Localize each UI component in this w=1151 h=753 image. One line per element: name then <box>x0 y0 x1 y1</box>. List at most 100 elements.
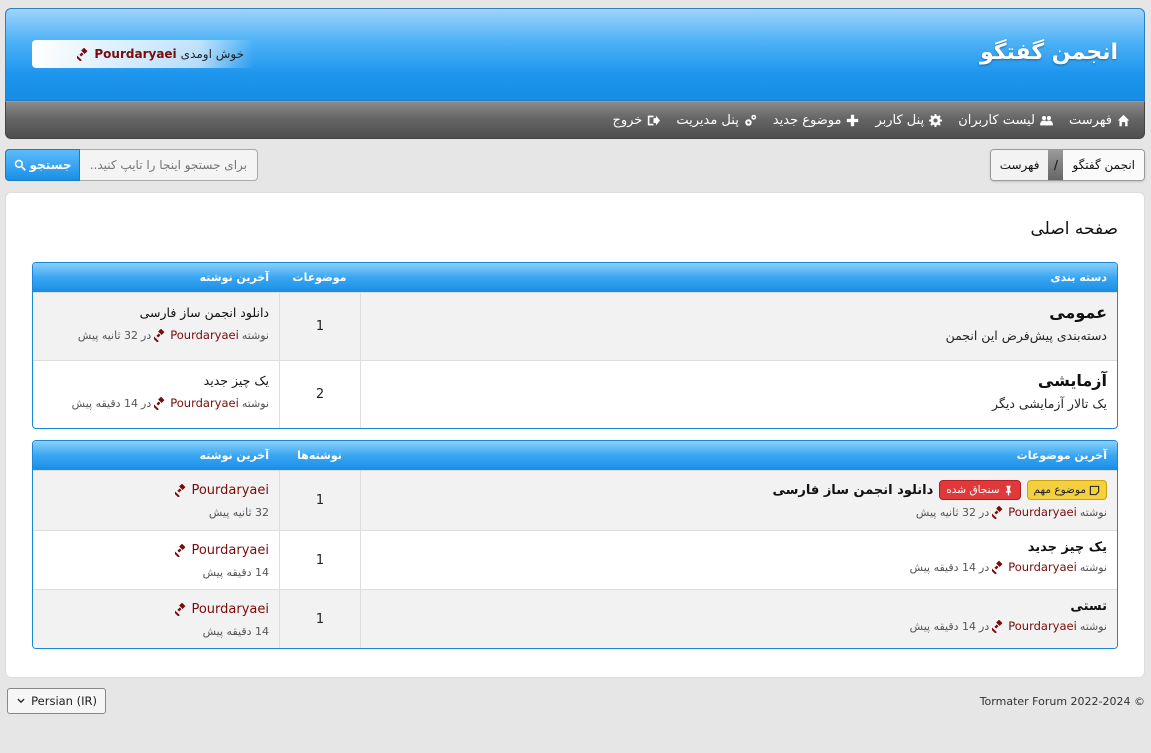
category-title[interactable]: آزمایشی <box>371 371 1107 390</box>
post-author[interactable]: Pourdaryaei <box>170 396 239 410</box>
nav-new-topic-label: موضوع جدید <box>772 112 842 128</box>
welcome-username[interactable]: Pourdaryaei <box>94 47 176 61</box>
categories-table: دسته بندی موضوعات آخرین نوشته عمومی دسته… <box>32 262 1118 429</box>
topic-title[interactable]: دانلود انجمن ساز فارسی <box>772 483 933 498</box>
post-count: 1 <box>279 471 360 530</box>
table-row: تستی نوشته Pourdaryaei در 14 دقیقه پیش 1… <box>33 589 1117 648</box>
category-title[interactable]: عمومی <box>371 303 1107 322</box>
column-header-topics: موضوعات <box>292 271 347 284</box>
nav-users-label: لیست کاربران <box>958 112 1035 128</box>
posted-in-label: در <box>979 560 990 574</box>
gavel-icon <box>154 396 165 410</box>
post-time: 32 ثانیه پیش <box>77 328 139 342</box>
nav-admin-panel[interactable]: پنل مدیریت <box>676 113 756 128</box>
posted-by-label: نوشته <box>1079 505 1107 519</box>
post-time: 14 دقیقه پیش <box>71 396 139 410</box>
sign-out-icon <box>648 115 661 125</box>
users-icon <box>1039 115 1053 125</box>
welcome-box: خوش اومدی Pourdaryaei <box>32 40 254 68</box>
column-header-last-post: آخرین نوشته <box>199 449 269 462</box>
latest-topics-table-header: آخرین موضوعات نوشته‌ها آخرین نوشته <box>33 441 1117 470</box>
nav-users[interactable]: لیست کاربران <box>958 113 1053 128</box>
nav-home-label: فهرست <box>1068 112 1112 128</box>
gears-icon <box>745 114 756 126</box>
site-title[interactable]: انجمن گفتگو <box>980 40 1118 65</box>
latest-topics-table: آخرین موضوعات نوشته‌ها آخرین نوشته موضوع… <box>32 440 1118 649</box>
topic-count: 1 <box>279 293 360 360</box>
gavel-icon <box>175 484 186 497</box>
posted-by-label: نوشته <box>1079 560 1107 574</box>
pinned-badge: سنجاق شده <box>939 480 1021 500</box>
last-post-title[interactable]: یک چیز جدید <box>43 373 269 388</box>
search-button[interactable]: جستجو <box>5 149 80 181</box>
table-row: عمومی دسته‌بندی پیش‌فرض این انجمن 1 دانل… <box>33 292 1117 360</box>
gavel-icon <box>175 544 186 557</box>
nav-logout-label: خروج <box>612 112 643 128</box>
posted-in-label: در <box>141 328 152 342</box>
post-time: 14 دقیقه پیش <box>909 619 977 633</box>
last-post-title[interactable]: دانلود انجمن ساز فارسی <box>43 305 269 320</box>
important-badge: موضوع مهم <box>1026 480 1107 500</box>
main-panel: صفحه اصلی دسته بندی موضوعات آخرین نوشته … <box>5 192 1145 678</box>
note-icon <box>1089 485 1100 495</box>
welcome-text: خوش اومدی <box>180 47 244 61</box>
gear-icon <box>929 113 943 127</box>
category-description: یک تالار آزمایشی دیگر <box>992 396 1107 411</box>
posted-by-label: نوشته <box>1079 619 1107 633</box>
column-header-last-post: آخرین نوشته <box>199 271 269 284</box>
last-post-time: 14 دقیقه پیش <box>202 566 269 579</box>
post-count: 1 <box>279 590 360 648</box>
table-row: آزمایشی یک تالار آزمایشی دیگر 2 یک چیز ج… <box>33 360 1117 428</box>
breadcrumb-separator: / <box>1048 150 1064 180</box>
page-title: صفحه اصلی <box>1030 219 1118 239</box>
categories-table-header: دسته بندی موضوعات آخرین نوشته <box>33 263 1117 292</box>
post-author[interactable]: Pourdaryaei <box>1008 560 1077 574</box>
last-post-author[interactable]: Pourdaryaei <box>191 483 269 498</box>
nav-user-panel[interactable]: پنل کاربر <box>875 113 943 128</box>
post-author[interactable]: Pourdaryaei <box>1008 619 1077 633</box>
main-navbar: فهرست لیست کاربران پنل کاربر موضوع جدید … <box>5 101 1145 139</box>
post-author[interactable]: Pourdaryaei <box>170 328 239 342</box>
nav-logout[interactable]: خروج <box>612 112 661 128</box>
table-row: موضوع مهم سنجاق شده دانلود انجمن ساز فار… <box>33 470 1117 530</box>
plus-icon <box>847 114 859 126</box>
search-icon <box>14 159 26 171</box>
copyright: Tormater Forum 2022-2024 © <box>979 695 1145 708</box>
pin-icon <box>1005 485 1011 495</box>
column-header-posts: نوشته‌ها <box>297 449 342 462</box>
gavel-icon <box>77 47 88 61</box>
post-time: 32 ثانیه پیش <box>915 505 977 519</box>
topic-title[interactable]: یک چیز جدید <box>1028 540 1107 555</box>
column-header-category: دسته بندی <box>1050 271 1107 284</box>
breadcrumb-index[interactable]: فهرست <box>990 150 1049 180</box>
posted-by-label: نوشته <box>241 328 269 342</box>
topic-title[interactable]: تستی <box>1070 599 1107 614</box>
language-select-value: Persian (IR) <box>31 694 97 708</box>
post-author[interactable]: Pourdaryaei <box>1008 505 1077 519</box>
gavel-icon <box>992 619 1003 633</box>
post-time: 14 دقیقه پیش <box>909 560 977 574</box>
gavel-icon <box>175 603 186 616</box>
breadcrumb-home[interactable]: انجمن گفتگو <box>1063 150 1144 180</box>
search-form: جستجو <box>5 149 258 181</box>
nav-admin-panel-label: پنل مدیریت <box>676 112 739 128</box>
search-input[interactable] <box>80 149 258 181</box>
posted-in-label: در <box>979 505 990 519</box>
posted-in-label: در <box>141 396 152 410</box>
footer: Tormater Forum 2022-2024 © Persian (IR) <box>5 688 1145 716</box>
last-post-author[interactable]: Pourdaryaei <box>191 543 269 558</box>
topic-count: 2 <box>279 361 360 428</box>
posted-by-label: نوشته <box>241 396 269 410</box>
home-icon <box>1117 114 1130 126</box>
nav-home[interactable]: فهرست <box>1069 113 1130 128</box>
breadcrumb: انجمن گفتگو / فهرست <box>989 149 1145 181</box>
category-description: دسته‌بندی پیش‌فرض این انجمن <box>945 328 1107 343</box>
nav-new-topic[interactable]: موضوع جدید <box>773 113 860 128</box>
column-header-latest-topics: آخرین موضوعات <box>1016 449 1107 462</box>
last-post-author[interactable]: Pourdaryaei <box>191 602 269 617</box>
search-button-label: جستجو <box>29 158 72 172</box>
gavel-icon <box>992 560 1003 574</box>
language-select[interactable]: Persian (IR) <box>7 688 106 714</box>
posted-in-label: در <box>979 619 990 633</box>
post-count: 1 <box>279 531 360 589</box>
